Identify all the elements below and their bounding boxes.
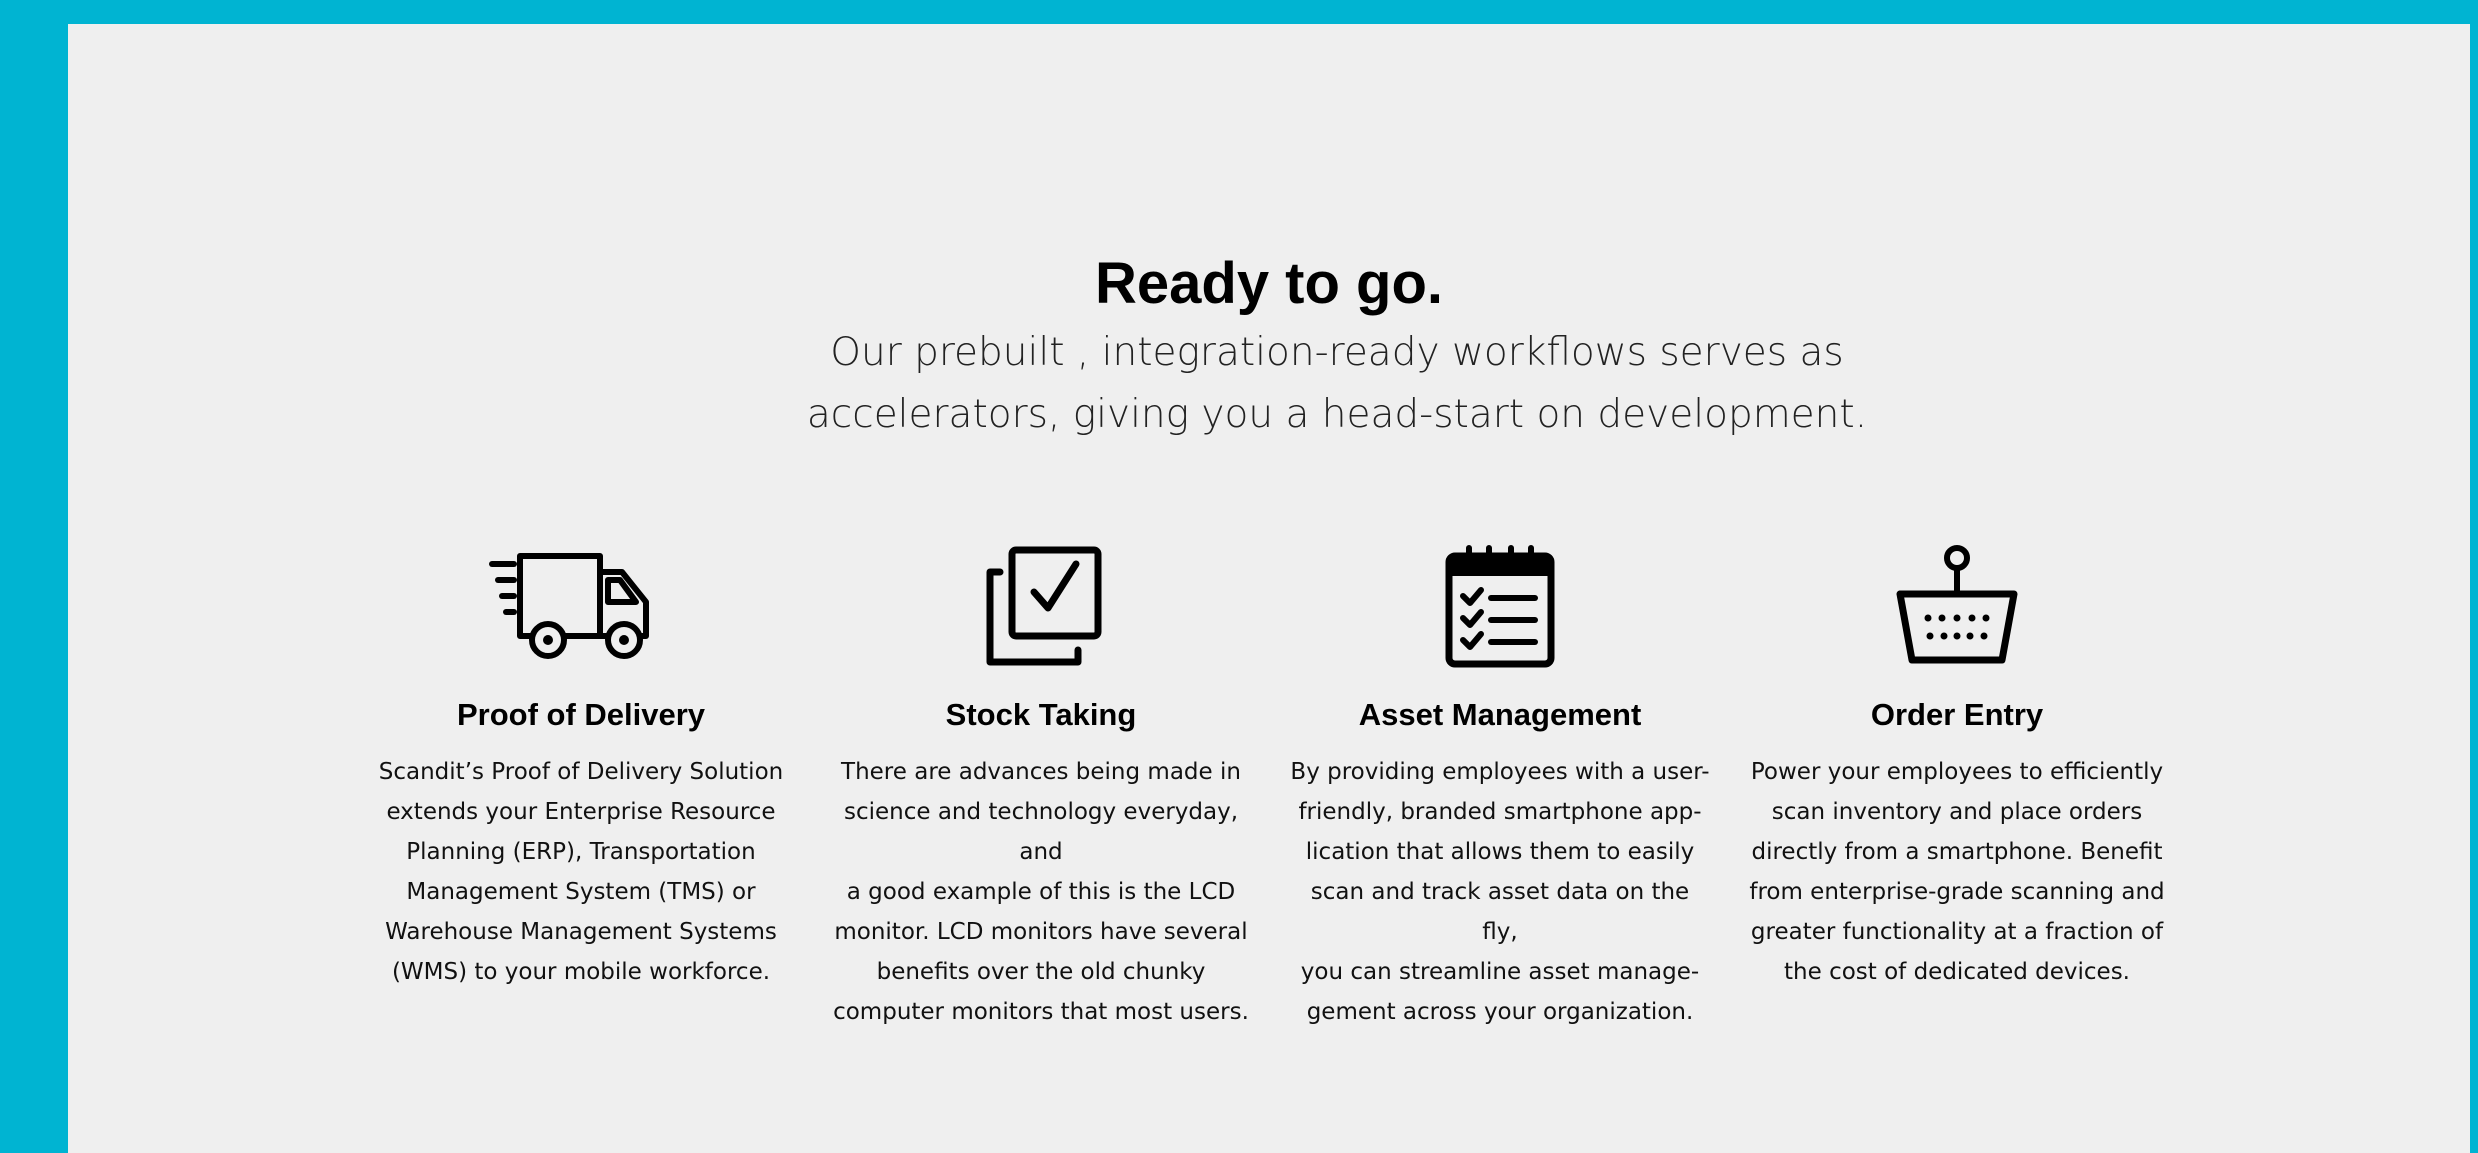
- subtitle-line: Our prebuilt , integration-ready workflo…: [830, 330, 1844, 375]
- description-line: Power your employees to efficiently: [1750, 759, 2164, 785]
- feature-title: Asset Management: [1358, 697, 1642, 732]
- description-line: scan inventory and place orders: [1771, 799, 2143, 825]
- description-line: directly from a smartphone. Benefit: [1751, 839, 2163, 865]
- feature-description: There are advances being made in science…: [831, 752, 1251, 1032]
- page-subtitle: Our prebuilt , integration-ready workflo…: [761, 322, 1913, 446]
- feature-card-asset-management: Asset Management By providing employees …: [1290, 542, 1710, 1032]
- subtitle-line: accelerators, giving you a head-start on…: [806, 392, 1868, 437]
- shopping-basket-icon: [1896, 545, 2018, 664]
- description-line: science and technology everyday, and: [843, 799, 1239, 865]
- description-line: lication that allows them to easily: [1305, 839, 1695, 865]
- delivery-truck-icon: [489, 553, 649, 659]
- description-line: friendly, branded smartphone app-: [1298, 799, 1702, 825]
- feature-title: Stock Taking: [945, 697, 1137, 732]
- description-line: greater functionality at a fraction of: [1750, 919, 2164, 945]
- description-line: from enterprise-grade scanning and: [1749, 879, 2165, 905]
- description-line: a good example of this is the LCD: [846, 879, 1236, 905]
- feature-title: Order Entry: [1870, 697, 2044, 732]
- description-line: Warehouse Management Systems: [385, 919, 777, 945]
- content-panel: Ready to go. Our prebuilt , integration-…: [68, 24, 2470, 1153]
- description-line: computer monitors that most users.: [833, 999, 1249, 1025]
- clipboard-checklist-icon: [1445, 545, 1555, 668]
- description-line: Scandit’s Proof of Delivery Solution: [378, 759, 784, 785]
- description-line: the cost of dedicated devices.: [1784, 959, 2130, 985]
- description-line: (WMS) to your mobile workforce.: [391, 959, 771, 985]
- feature-card-proof-of-delivery: Proof of Delivery Scandit’s Proof of Del…: [371, 542, 791, 992]
- description-line: scan and track asset data on the fly,: [1310, 879, 1690, 945]
- description-line: gement across your organization.: [1306, 999, 1694, 1025]
- description-line: monitor. LCD monitors have several: [834, 919, 1248, 945]
- description-line: you can streamline asset manage-: [1300, 959, 1700, 985]
- feature-card-stock-taking: Stock Taking There are advances being ma…: [831, 542, 1251, 1032]
- checklist-box-icon: [986, 546, 1102, 666]
- description-line: extends your Enterprise Resource: [386, 799, 776, 825]
- description-line: There are advances being made in: [841, 759, 1241, 785]
- feature-description: By providing employees with a user- frie…: [1290, 752, 1710, 1032]
- description-line: Management System (TMS) or: [406, 879, 756, 905]
- feature-card-order-entry: Order Entry Power your employees to effi…: [1747, 542, 2167, 992]
- description-line: By providing employees with a user-: [1290, 759, 1710, 785]
- feature-description: Scandit’s Proof of Delivery Solution ext…: [371, 752, 791, 992]
- description-line: Planning (ERP), Transportation: [406, 839, 756, 865]
- feature-description: Power your employees to efficiently scan…: [1747, 752, 2167, 992]
- feature-title: Proof of Delivery: [456, 697, 706, 732]
- description-line: benefits over the old chunky: [876, 959, 1206, 985]
